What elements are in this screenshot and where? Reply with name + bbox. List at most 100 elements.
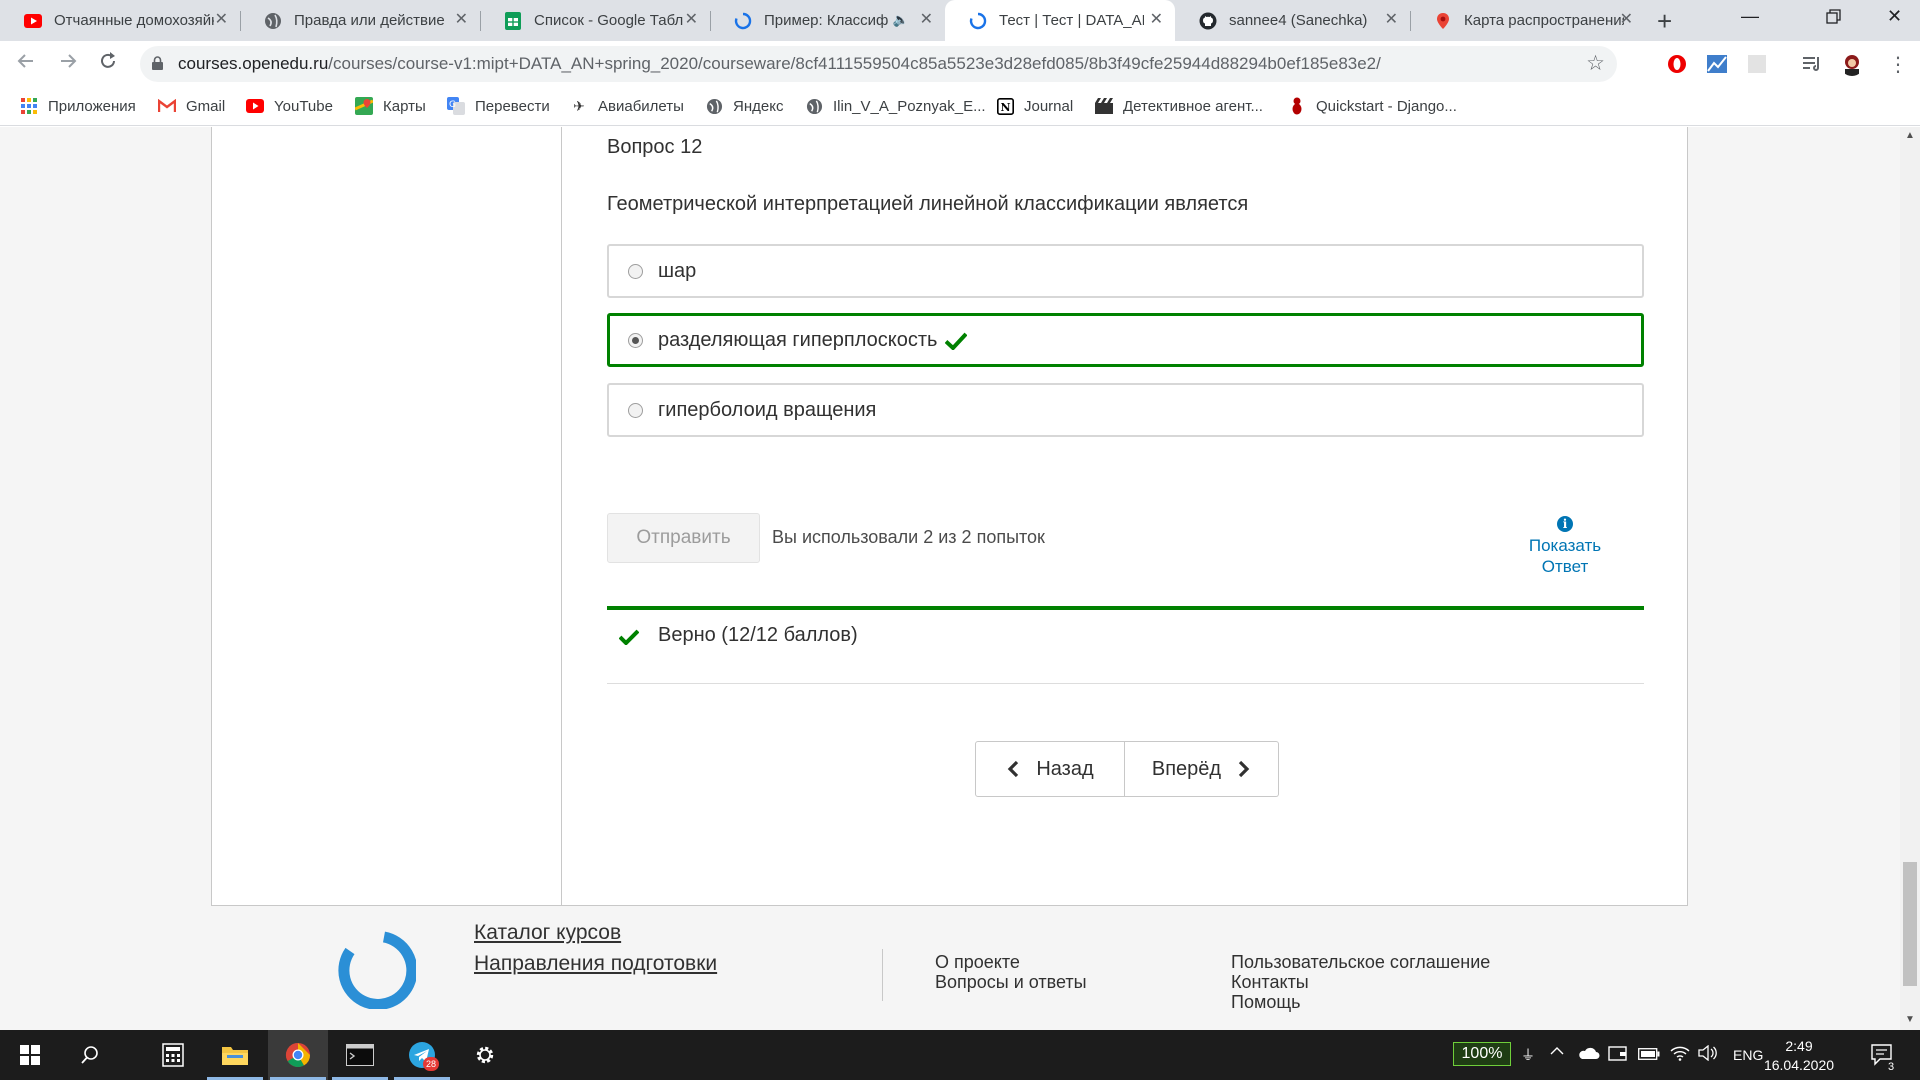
file-explorer-app[interactable] <box>205 1030 265 1080</box>
page-scrollbar[interactable]: ▲ ▼ <box>1900 127 1920 1030</box>
radio-button-selected[interactable] <box>628 333 643 348</box>
wallet-icon[interactable] <box>1608 1044 1628 1067</box>
bookmark-yandex[interactable]: Яндекс <box>705 97 783 115</box>
feedback-text: Верно (12/12 баллов) <box>658 624 858 646</box>
reload-button[interactable] <box>98 51 118 77</box>
settings-app[interactable] <box>455 1030 515 1080</box>
scrollbar-thumb[interactable] <box>1903 862 1917 986</box>
scroll-down-icon[interactable]: ▼ <box>1905 1014 1915 1025</box>
footer-link-agreement[interactable]: Пользовательское соглашение <box>1231 952 1490 972</box>
footer-link-contacts[interactable]: Контакты <box>1231 972 1309 992</box>
bookmark-translate[interactable]: G Перевести <box>447 97 550 115</box>
chevron-up-icon[interactable] <box>1549 1043 1565 1064</box>
scroll-up-icon[interactable]: ▲ <box>1905 130 1915 141</box>
next-button[interactable]: Вперёд <box>1125 741 1279 797</box>
close-icon[interactable]: ✕ <box>685 12 698 28</box>
menu-icon[interactable]: ⋮ <box>1888 52 1908 77</box>
show-answer-label-2: Ответ <box>1541 557 1589 576</box>
start-button[interactable] <box>0 1030 60 1080</box>
bookmark-detective[interactable]: Детективное агент... <box>1095 97 1263 115</box>
url-host: courses.openedu.ru <box>178 54 329 73</box>
footer-link-directions[interactable]: Направления подготовки <box>474 952 717 976</box>
address-bar[interactable]: courses.openedu.ru/courses/course-v1:mip… <box>140 46 1617 82</box>
calculator-app[interactable] <box>143 1030 203 1080</box>
back-button[interactable] <box>16 51 36 77</box>
footer-link-help[interactable]: Помощь <box>1231 992 1301 1012</box>
checkmark-icon <box>945 332 968 350</box>
youtube-icon <box>24 12 42 30</box>
url-path: /courses/course-v1:mipt+DATA_AN+spring_2… <box>328 54 1381 73</box>
close-icon[interactable]: ✕ <box>1385 12 1398 28</box>
onedrive-icon[interactable] <box>1578 1045 1600 1066</box>
wifi-icon[interactable] <box>1670 1045 1690 1066</box>
telegram-app[interactable]: 28 <box>392 1030 452 1080</box>
choice-option[interactable]: шар <box>607 244 1644 298</box>
radio-button[interactable] <box>628 264 643 279</box>
tab-google-sheets[interactable]: Список - Google Таблицы ✕ <box>480 0 710 41</box>
bookmark-maps[interactable]: Карты <box>355 97 426 115</box>
footer-link-catalog[interactable]: Каталог курсов <box>474 921 621 945</box>
radio-button[interactable] <box>628 403 643 418</box>
restore-button[interactable] <box>1826 8 1841 29</box>
media-queue-icon[interactable] <box>1800 52 1824 76</box>
apps-grid-icon <box>20 97 38 115</box>
opera-extension-icon[interactable] <box>1665 52 1689 76</box>
new-tab-button[interactable]: + <box>1657 6 1672 37</box>
notion-icon: N <box>996 97 1014 115</box>
radio-dot <box>632 337 639 344</box>
bookmark-star-icon[interactable]: ☆ <box>1586 51 1605 76</box>
bookmark-django[interactable]: Quickstart - Django... <box>1288 97 1457 115</box>
tab-truth-or-dare[interactable]: Правда или действие ✕ <box>240 0 480 41</box>
bookmark-ilin[interactable]: Ilin_V_A_Poznyak_E... <box>805 97 986 115</box>
show-answer-button[interactable]: i Показать Ответ <box>1513 516 1617 577</box>
previous-button[interactable]: Назад <box>975 741 1125 797</box>
url-text: courses.openedu.ru/courses/course-v1:mip… <box>178 54 1381 74</box>
bookmark-youtube[interactable]: YouTube <box>246 97 333 115</box>
terminal-app[interactable] <box>330 1030 390 1080</box>
windows-taskbar: 28 100% ⏚ ENG 2:49 16.04.2020 3 <box>0 1030 1920 1080</box>
speaker-icon[interactable]: 🔈 <box>893 12 909 28</box>
forward-button[interactable] <box>58 51 78 77</box>
chart-extension-icon[interactable] <box>1705 52 1729 76</box>
close-icon[interactable]: ✕ <box>1150 12 1163 28</box>
battery-percent-badge[interactable]: 100% <box>1453 1042 1511 1066</box>
tab-strip: Отчаянные домохозяйки ✕ Правда или дейст… <box>0 0 1920 41</box>
bookmark-avia[interactable]: ✈ Авиабилеты <box>570 97 684 115</box>
close-window-button[interactable]: ✕ <box>1887 6 1902 27</box>
minimize-button[interactable]: — <box>1741 6 1759 27</box>
choice-option-correct[interactable]: разделяющая гиперплоскость <box>607 313 1644 367</box>
footer: Каталог курсов Направления подготовки О … <box>0 907 1900 1030</box>
choice-label: гиперболоид вращения <box>658 399 877 421</box>
footer-link-about[interactable]: О проекте <box>935 952 1020 972</box>
choice-option[interactable]: гиперболоид вращения <box>607 383 1644 437</box>
choice-label: шар <box>658 260 697 282</box>
avatar[interactable] <box>1840 52 1864 76</box>
browser-toolbar: courses.openedu.ru/courses/course-v1:mip… <box>0 41 1920 88</box>
tab-test-data-an[interactable]: Тест | Тест | DATA_AN Ск ✕ <box>945 0 1175 41</box>
tab-youtube[interactable]: Отчаянные домохозяйки ✕ <box>0 0 240 41</box>
volume-icon[interactable] <box>1698 1044 1718 1066</box>
plug-icon[interactable]: ⏚ <box>1521 1045 1535 1065</box>
bookmark-gmail[interactable]: Gmail <box>158 97 225 115</box>
clock[interactable]: 2:49 16.04.2020 <box>1754 1037 1844 1075</box>
tab-map[interactable]: Карта распространения ✕ <box>1410 0 1645 41</box>
github-icon <box>1199 12 1217 30</box>
search-button[interactable] <box>60 1030 120 1080</box>
globe-icon <box>264 12 282 30</box>
bookmark-apps[interactable]: Приложения <box>20 97 136 115</box>
plane-icon: ✈ <box>573 97 585 114</box>
django-icon <box>1288 97 1306 115</box>
blank-extension-icon[interactable] <box>1745 52 1769 76</box>
battery-icon[interactable] <box>1638 1047 1660 1065</box>
submit-button[interactable]: Отправить <box>607 513 760 563</box>
courseware-container: Вопрос 12 Геометрической интерпретацией … <box>211 127 1688 906</box>
tab-github[interactable]: sannee4 (Sanechka) ✕ <box>1175 0 1410 41</box>
close-icon[interactable]: ✕ <box>920 12 933 28</box>
close-icon[interactable]: ✕ <box>455 12 468 28</box>
footer-link-faq[interactable]: Вопросы и ответы <box>935 972 1087 992</box>
close-icon[interactable]: ✕ <box>215 12 228 28</box>
bookmark-journal[interactable]: N Journal <box>996 97 1073 115</box>
tab-classification-example[interactable]: Пример: Классификация 🔈 ✕ <box>710 0 945 41</box>
chrome-app[interactable] <box>268 1030 328 1080</box>
close-icon[interactable]: ✕ <box>1620 12 1633 28</box>
